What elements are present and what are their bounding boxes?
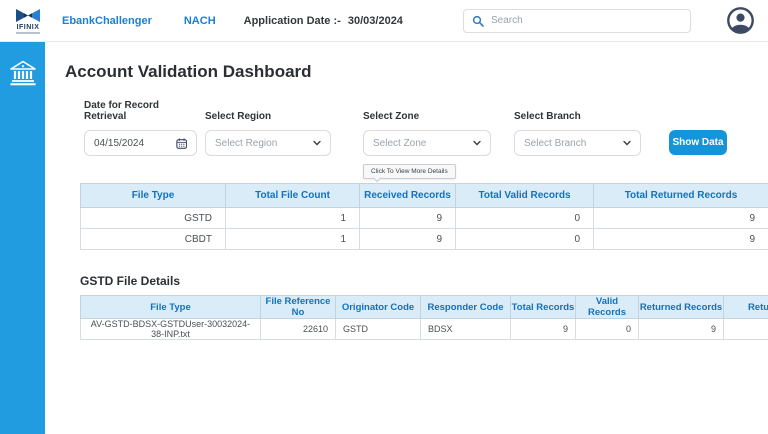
table-row: CBDT 1 9 0 9 — [80, 228, 768, 250]
total-records-link[interactable]: 9 — [510, 318, 576, 340]
returned-records-link[interactable]: 9 — [638, 318, 724, 340]
chevron-down-icon — [623, 140, 631, 146]
application-date-value: 30/03/2024 — [347, 14, 403, 27]
total-valid-records-cell: 0 — [455, 207, 594, 229]
column-header: File Type — [80, 183, 226, 208]
column-header: Received Records — [359, 183, 456, 208]
branch-label: Select Branch — [514, 111, 581, 122]
column-header: File Type — [80, 295, 261, 319]
responder-code-cell: BDSX — [420, 318, 511, 340]
file-type-cell: GSTD — [80, 207, 226, 229]
received-records-link[interactable]: 9 — [359, 228, 456, 250]
clipped-cell — [723, 318, 768, 340]
summary-section: Click To View More Details File Type Tot… — [80, 164, 768, 250]
chevron-down-icon — [473, 140, 481, 146]
show-data-button[interactable]: Show Data — [669, 130, 727, 155]
details-section-title: GSTD File Details — [80, 274, 181, 288]
ifinix-logo[interactable]: IFINIX — [10, 8, 46, 34]
application-date-label: Application Date :- — [243, 14, 341, 27]
date-field[interactable] — [84, 130, 197, 156]
file-name-cell: AV-GSTD-BDSX-GSTDUser-30032024-38-INP.tx… — [80, 318, 261, 340]
zone-label: Select Zone — [363, 111, 420, 122]
summary-header-row: File Type Total File Count Received Reco… — [80, 183, 768, 208]
file-type-cell: CBDT — [80, 228, 226, 250]
filters-bar: Date for Record Retrieval Select Re — [84, 100, 768, 156]
tooltip: Click To View More Details — [363, 164, 456, 179]
region-select[interactable]: Select Region — [205, 130, 331, 156]
bank-icon[interactable] — [9, 60, 37, 86]
column-header: Retu — [723, 295, 768, 319]
date-retrieval-label: Date for Record Retrieval — [84, 100, 160, 122]
column-header: Total Returned Records — [593, 183, 768, 208]
user-avatar[interactable] — [727, 7, 754, 34]
nav-item-nach[interactable]: NACH — [184, 15, 216, 27]
logo-tagline — [16, 31, 40, 34]
total-file-count-cell: 1 — [225, 207, 360, 229]
main-content: Account Validation Dashboard Date for Re… — [45, 42, 768, 434]
date-input[interactable] — [94, 137, 176, 149]
application-date: Application Date :- 30/03/2024 — [244, 15, 403, 27]
table-row: GSTD 1 9 0 9 — [80, 207, 768, 229]
column-header: Responder Code — [420, 295, 511, 319]
column-header: Total Records — [510, 295, 576, 319]
top-header: IFINIX EbankChallenger NACH Application … — [0, 0, 768, 42]
ifinix-logo-icon — [16, 8, 40, 22]
details-table: File Type File Reference No Originator C… — [80, 295, 768, 340]
search-icon — [472, 15, 484, 27]
details-table-container: File Type File Reference No Originator C… — [80, 295, 768, 340]
column-header: Total Valid Records — [455, 183, 594, 208]
chevron-down-icon — [313, 140, 321, 146]
branch-select-value: Select Branch — [524, 137, 587, 149]
column-header: Returned Records — [638, 295, 724, 319]
logo-text: IFINIX — [16, 23, 40, 31]
total-valid-records-cell: 0 — [455, 228, 594, 250]
region-label: Select Region — [205, 111, 272, 122]
branch-select[interactable]: Select Branch — [514, 130, 641, 156]
total-file-count-cell: 1 — [225, 228, 360, 250]
total-returned-records-cell: 9 — [593, 228, 768, 250]
zone-select[interactable]: Select Zone — [363, 130, 491, 156]
app-window: IFINIX EbankChallenger NACH Application … — [0, 0, 768, 434]
file-reference-cell: 22610 — [260, 318, 336, 340]
table-row: AV-GSTD-BDSX-GSTDUser-30032024-38-INP.tx… — [80, 318, 768, 340]
originator-code-cell: GSTD — [335, 318, 421, 340]
received-records-link[interactable]: 9 — [359, 207, 456, 229]
total-returned-records-cell: 9 — [593, 207, 768, 229]
summary-table: File Type Total File Count Received Reco… — [80, 183, 768, 250]
column-header: File Reference No — [260, 295, 336, 319]
search-input[interactable] — [491, 15, 682, 26]
column-header: Total File Count — [225, 183, 360, 208]
column-header: Valid Records — [575, 295, 639, 319]
details-header-row: File Type File Reference No Originator C… — [80, 295, 768, 319]
search-box[interactable] — [463, 8, 691, 33]
valid-records-cell: 0 — [575, 318, 639, 340]
region-select-value: Select Region — [215, 137, 278, 149]
sidebar — [0, 42, 45, 434]
zone-select-value: Select Zone — [373, 137, 427, 149]
calendar-icon[interactable] — [175, 137, 187, 150]
column-header: Originator Code — [335, 295, 421, 319]
brand-name[interactable]: EbankChallenger — [62, 15, 152, 27]
page-title: Account Validation Dashboard — [65, 62, 312, 81]
